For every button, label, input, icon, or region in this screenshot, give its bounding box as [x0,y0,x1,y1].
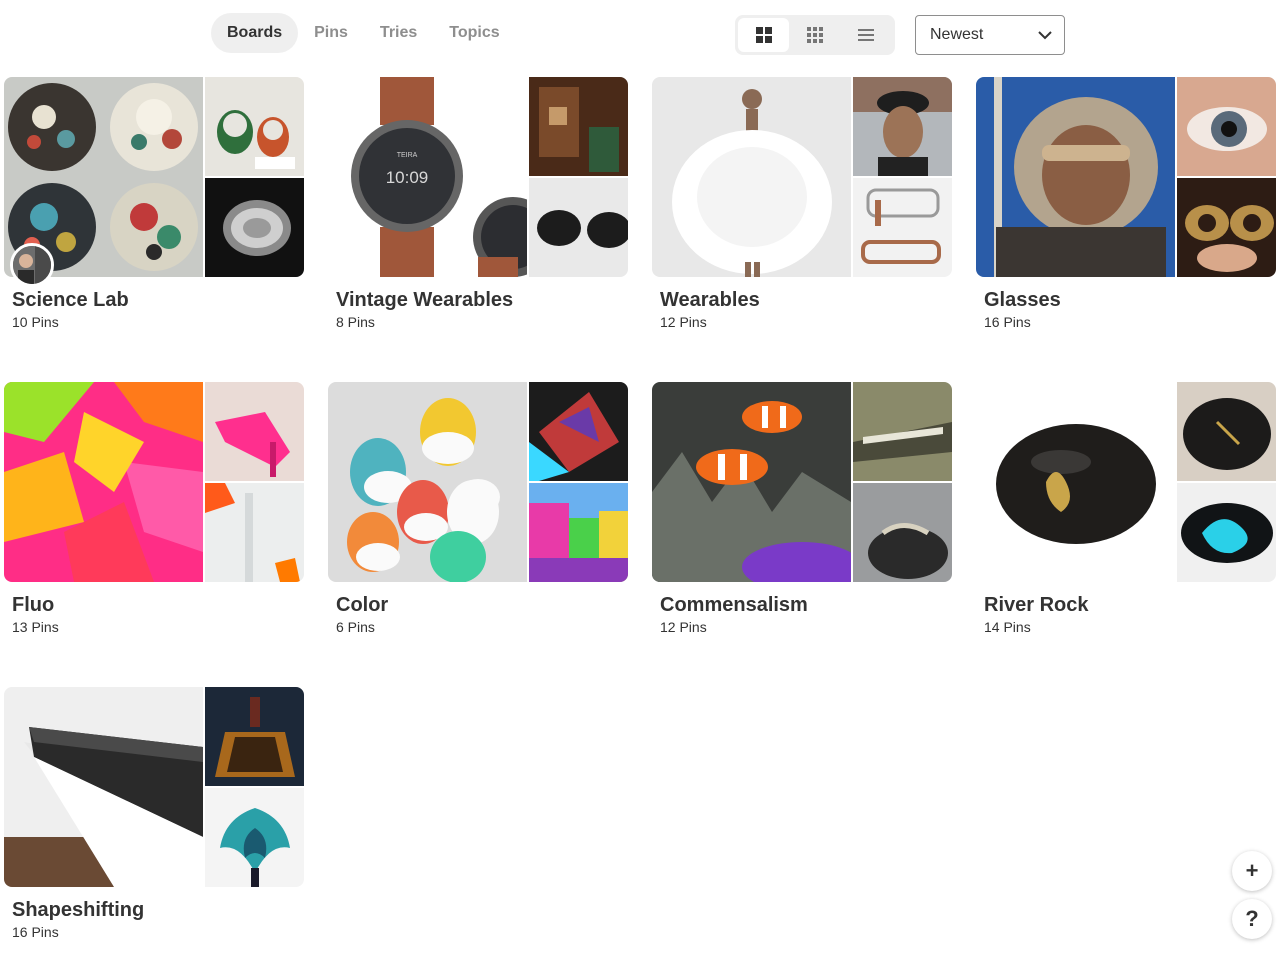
board-cover-main-image [4,687,203,887]
board-title: Fluo [12,594,55,616]
board-pin-count: 12 Pins [660,619,707,635]
board-cover: TEIRA 10:09 [328,77,628,277]
board-card-color[interactable]: Color 6 Pins [328,382,628,652]
board-cover-bottom-image [205,483,304,582]
sort-selected-value: Newest [930,26,984,43]
help-button[interactable]: ? [1232,899,1272,939]
board-cover-top-image [205,77,304,176]
add-button[interactable]: + [1232,851,1272,891]
board-cover-bottom-image [1177,483,1276,582]
tab-pins[interactable]: Pins [298,13,364,53]
board-cover-bottom-image [529,178,628,277]
board-card-wearables[interactable]: Wearables 12 Pins [652,77,952,347]
board-cover-main-image [4,382,203,582]
board-cover-main-image [328,382,527,582]
board-title: Wearables [660,289,760,311]
board-pin-count: 10 Pins [12,314,59,330]
tab-boards[interactable]: Boards [211,13,299,53]
board-pin-count: 16 Pins [984,314,1031,330]
board-cover [976,382,1276,582]
board-cover-top-image [529,77,628,176]
board-card-science-lab[interactable]: Science Lab 10 Pins [4,77,304,347]
board-title: Shapeshifting [12,899,145,921]
board-card-shapeshifting[interactable]: Shapeshifting 16 Pins [4,687,304,957]
list-icon [858,29,875,41]
list-view-button[interactable] [841,18,892,52]
plus-icon: + [1245,858,1259,883]
board-card-river-rock[interactable]: River Rock 14 Pins [976,382,1276,652]
board-cover-bottom-image [529,483,628,582]
board-cover-top-image [205,687,304,786]
board-cover-top-image [529,382,628,481]
board-cover-bottom-image [205,788,304,887]
board-title: Vintage Wearables [336,289,514,311]
avatar[interactable] [10,243,54,287]
compact-grid-view-button[interactable] [789,18,840,52]
tab-tries[interactable]: Tries [364,13,433,53]
tab-topics[interactable]: Topics [433,13,515,53]
board-cover [4,382,304,582]
board-cover [328,382,628,582]
compact-grid-icon [806,27,823,43]
board-pin-count: 6 Pins [336,619,375,635]
board-cover-top-image [853,382,952,481]
board-title: Color [336,594,389,616]
profile-tabs: Boards Pins Tries Topics [211,13,516,53]
board-title: Glasses [984,289,1061,311]
board-card-fluo[interactable]: Fluo 13 Pins [4,382,304,652]
large-grid-view-button[interactable] [738,18,790,52]
board-cover-bottom-image [853,483,952,582]
board-cover-main-image [976,382,1175,582]
board-cover-top-image [1177,77,1276,176]
board-cover-bottom-image [1177,178,1276,277]
board-title: River Rock [984,594,1089,616]
help-icon: ? [1245,906,1259,931]
board-card-glasses[interactable]: Glasses 16 Pins [976,77,1276,347]
board-cover-main-image [976,77,1175,277]
board-cover-bottom-image [205,178,304,277]
board-cover-main-image [652,382,851,582]
board-cover [652,382,952,582]
board-cover [976,77,1276,277]
board-pin-count: 13 Pins [12,619,59,635]
board-pin-count: 14 Pins [984,619,1031,635]
board-pin-count: 16 Pins [12,924,59,940]
board-cover-top-image [1177,382,1276,481]
svg-text:TEIRA: TEIRA [397,152,418,159]
board-title: Commensalism [660,594,808,616]
board-card-vintage-wearables[interactable]: TEIRA 10:09 Vintage Wearables 8 Pins [328,77,628,347]
board-cover-main-image [652,77,851,277]
board-pin-count: 12 Pins [660,314,707,330]
board-card-commensalism[interactable]: Commensalism 12 Pins [652,382,952,652]
svg-text:10:09: 10:09 [386,168,429,187]
board-cover [652,77,952,277]
chevron-down-icon [1038,30,1052,39]
board-cover-bottom-image [853,178,952,277]
view-toggle [735,15,895,55]
board-cover-top-image [853,77,952,176]
large-grid-icon [755,27,772,43]
board-cover [4,77,304,277]
board-pin-count: 8 Pins [336,314,375,330]
board-cover-main-image: TEIRA 10:09 [328,77,527,277]
board-cover [4,687,304,887]
board-title: Science Lab [12,289,129,311]
board-cover-top-image [205,382,304,481]
sort-dropdown[interactable]: Newest [915,15,1065,55]
